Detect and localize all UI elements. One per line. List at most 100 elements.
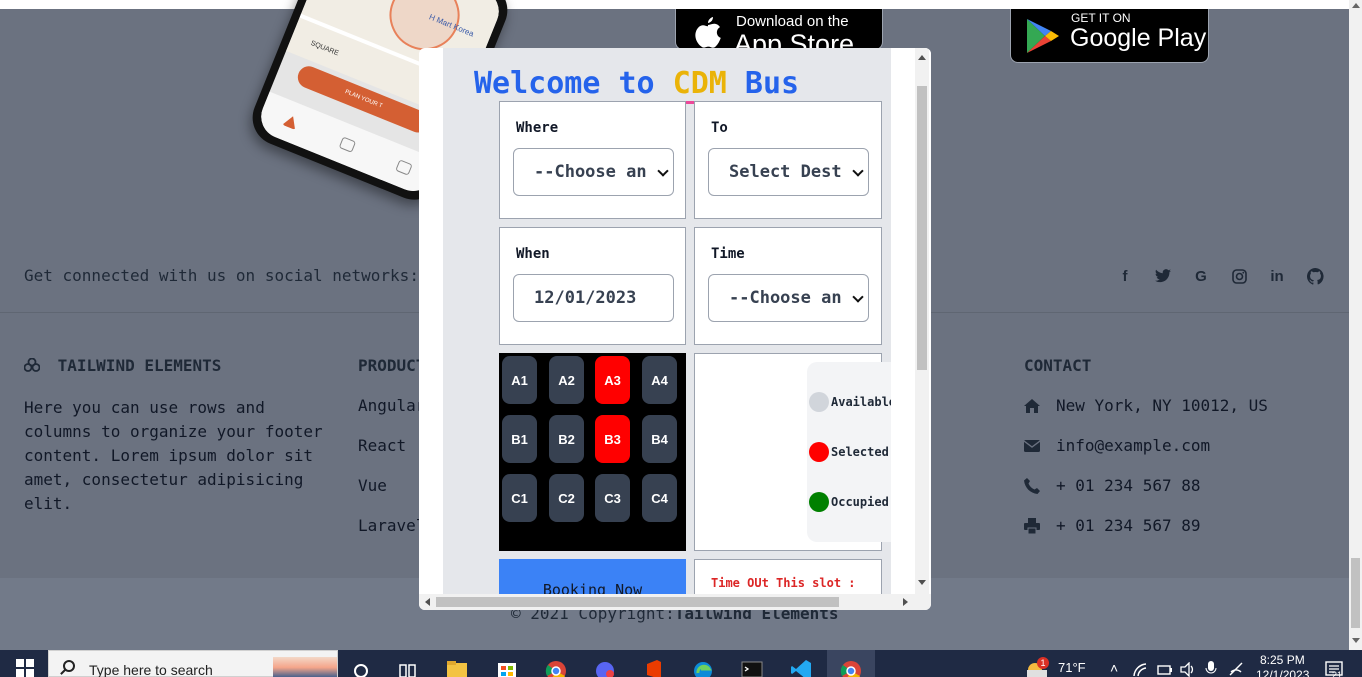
seat-c1[interactable]: C1 [502, 474, 537, 522]
time-select[interactable]: --Choose an [708, 274, 869, 322]
search-placeholder: Type here to search [89, 662, 213, 677]
where-select[interactable]: --Choose an [513, 148, 674, 196]
page-scroll-thumb[interactable] [1351, 558, 1360, 628]
seat-a1[interactable]: A1 [502, 356, 537, 404]
product-link-angular[interactable]: Angular [358, 396, 425, 415]
seat-b1[interactable]: B1 [502, 415, 537, 463]
legend-available-dot [809, 392, 829, 412]
clock-date[interactable]: 12/1/2023 [1256, 668, 1309, 677]
when-card: When 12/01/2023 [499, 227, 686, 345]
clock-time[interactable]: 8:25 PM [1260, 653, 1305, 667]
file-explorer-icon[interactable] [446, 659, 468, 677]
seat-b4[interactable]: B4 [642, 415, 677, 463]
google-play-badge[interactable]: GET IT ON Google Play [1010, 9, 1209, 63]
social-icons: f G in [1116, 265, 1324, 287]
modal-horizontal-scrollbar[interactable] [419, 594, 931, 610]
scroll-up-icon[interactable] [1352, 3, 1360, 8]
booking-now-button[interactable]: Booking Now [499, 559, 686, 594]
contact-phone-text: + 01 234 567 88 [1056, 476, 1201, 495]
printer-icon [1024, 517, 1040, 534]
google-icon[interactable]: G [1192, 265, 1210, 287]
contact-title: CONTACT [1024, 356, 1092, 375]
time-select-value: --Choose an [729, 288, 842, 308]
cortana-icon[interactable] [352, 659, 374, 677]
battery-icon[interactable] [1157, 663, 1173, 677]
task-view-icon[interactable] [398, 659, 420, 677]
twitter-icon[interactable] [1154, 265, 1172, 287]
page-scrollbar[interactable] [1349, 0, 1362, 650]
weather-badge: 1 [1037, 657, 1049, 669]
windows-start-button[interactable] [16, 659, 34, 677]
discord-icon[interactable] [594, 659, 616, 677]
chevron-down-icon [852, 165, 864, 177]
chevron-up-icon[interactable]: ˄ [1110, 660, 1118, 676]
seat-c4[interactable]: C4 [642, 474, 677, 522]
modal-vertical-scrollbar[interactable] [891, 48, 931, 594]
scroll-up-icon[interactable] [918, 55, 926, 60]
app-store-badge[interactable]: Download on the App Store [675, 9, 883, 50]
seat-a4[interactable]: A4 [642, 356, 677, 404]
where-card: Where --Choose an [499, 101, 686, 219]
store-icon[interactable] [496, 659, 518, 677]
chrome-icon [840, 661, 861, 677]
chrome-active-window[interactable] [827, 650, 875, 677]
location-off-icon[interactable] [1228, 662, 1244, 676]
contact-address-text: New York, NY 10012, US [1056, 396, 1268, 415]
legend-available-label: Available [831, 395, 891, 409]
booking-form: Welcome to CDM Bus Where --Choose an To … [443, 48, 891, 594]
product-link-vue[interactable]: Vue [358, 476, 387, 495]
to-select-value: Select Dest [729, 162, 842, 182]
contact-fax: + 01 234 567 89 [1024, 516, 1201, 535]
where-label: Where [516, 120, 559, 136]
modal-title: Welcome to CDM Bus [474, 66, 799, 104]
office-icon[interactable] [643, 659, 665, 677]
notification-count: 21 [1332, 670, 1343, 677]
seat-a2[interactable]: A2 [549, 356, 584, 404]
legend-occupied-dot [809, 492, 829, 512]
seat-c2[interactable]: C2 [549, 474, 584, 522]
contact-phone: + 01 234 567 88 [1024, 476, 1201, 495]
google-play-line1: GET IT ON [1071, 11, 1131, 25]
scroll-right-icon[interactable] [903, 598, 908, 606]
app-store-line2: App Store [734, 29, 855, 50]
title-highlight: CDM [672, 66, 727, 104]
vscode-icon[interactable] [790, 659, 812, 677]
weather-temperature[interactable]: 71°F [1058, 660, 1086, 675]
microphone-icon[interactable] [1205, 661, 1217, 677]
instagram-icon[interactable] [1230, 265, 1248, 287]
timeout-card: Time OUt This slot : [694, 559, 882, 594]
brand-description: Here you can use rows and columns to org… [24, 398, 323, 513]
gem-icon [23, 356, 50, 375]
terminal-icon[interactable] [741, 659, 763, 677]
seat-c3[interactable]: C3 [595, 474, 630, 522]
legend-selected-dot [809, 442, 829, 462]
network-icon[interactable] [1133, 662, 1147, 677]
product-link-react[interactable]: React [358, 436, 406, 455]
scroll-down-icon[interactable] [1352, 638, 1360, 643]
github-icon[interactable] [1306, 265, 1324, 287]
contact-email-text: info@example.com [1056, 436, 1211, 455]
brand-title: TAILWIND ELEMENTS [23, 356, 221, 375]
scroll-down-icon[interactable] [918, 580, 926, 585]
contact-fax-text: + 01 234 567 89 [1056, 516, 1201, 535]
linkedin-icon[interactable]: in [1268, 265, 1286, 287]
taskbar-search-box[interactable]: Type here to search [48, 650, 338, 677]
date-input[interactable]: 12/01/2023 [513, 274, 674, 322]
volume-icon[interactable] [1180, 662, 1196, 677]
facebook-icon[interactable]: f [1116, 265, 1134, 287]
legend-card: Available Selected Occupied [694, 353, 891, 551]
chrome-icon[interactable] [545, 659, 567, 677]
seat-b2[interactable]: B2 [549, 415, 584, 463]
modal-hscroll-thumb[interactable] [436, 597, 839, 607]
to-select[interactable]: Select Dest [708, 148, 869, 196]
product-link-laravel[interactable]: Laravel [358, 516, 425, 535]
where-select-value: --Choose an [534, 162, 647, 182]
modal-scroll-thumb[interactable] [917, 86, 927, 370]
seat-map: A1 A2 A3 A4 B1 B2 B3 B4 C1 C2 C3 C4 [499, 353, 686, 551]
edge-icon[interactable] [692, 659, 714, 677]
legend-panel: Available Selected Occupied [807, 362, 891, 542]
seat-b3[interactable]: B3 [595, 415, 630, 463]
legend-occupied-label: Occupied [831, 495, 889, 509]
seat-a3[interactable]: A3 [595, 356, 630, 404]
scroll-left-icon[interactable] [425, 598, 430, 606]
